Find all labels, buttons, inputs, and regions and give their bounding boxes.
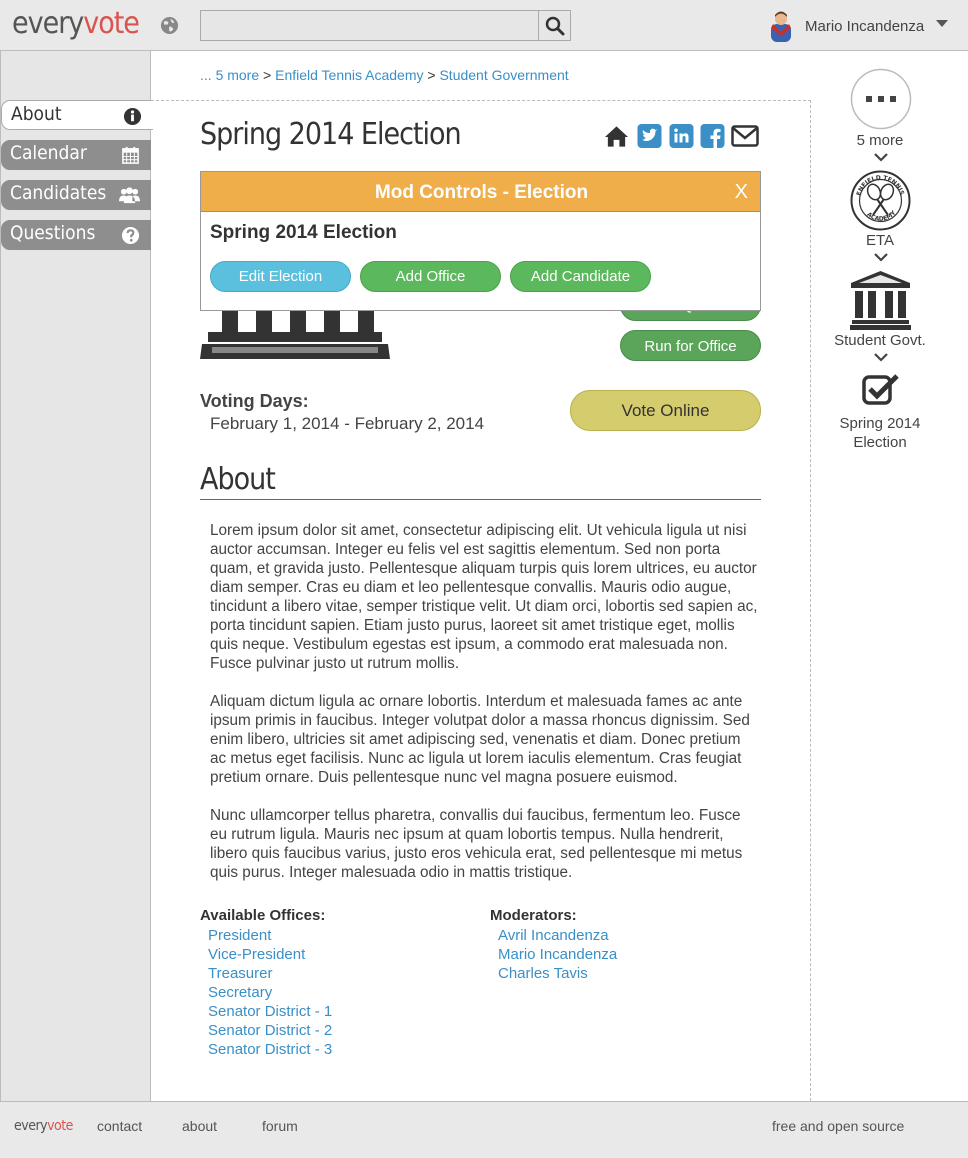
add-office-button[interactable]: Add Office bbox=[360, 261, 501, 292]
office-link[interactable]: Treasurer bbox=[208, 964, 332, 983]
modal-close-button[interactable]: X bbox=[735, 181, 748, 204]
globe-icon[interactable] bbox=[160, 16, 179, 35]
breadcrumb-item-student-government[interactable]: Student Government bbox=[439, 67, 568, 83]
office-link[interactable]: Vice-President bbox=[208, 945, 332, 964]
question-circle-icon bbox=[121, 226, 140, 245]
user-name: Mario Incandenza bbox=[805, 18, 925, 35]
about-heading: About bbox=[200, 462, 761, 500]
office-link[interactable]: Secretary bbox=[208, 983, 332, 1002]
search-icon bbox=[545, 16, 565, 36]
footer-logo[interactable]: everyvote bbox=[14, 1118, 73, 1134]
everyvote-logo[interactable]: everyvote bbox=[12, 6, 140, 41]
modal-header: Mod Controls - Election X bbox=[201, 172, 760, 212]
moderators-heading: Moderators: bbox=[490, 907, 577, 924]
sidebar-item-about[interactable]: About bbox=[1, 100, 153, 130]
page-title: Spring 2014 Election bbox=[200, 117, 462, 152]
footer: everyvote contact about forum free and o… bbox=[0, 1101, 968, 1158]
footer-logo-vote: vote bbox=[47, 1118, 73, 1134]
office-link[interactable]: Senator District - 2 bbox=[208, 1021, 332, 1040]
right-nav-election[interactable]: Spring 2014 Election bbox=[811, 414, 949, 452]
facebook-icon[interactable] bbox=[700, 124, 725, 148]
breadcrumb-item-eta[interactable]: Enfield Tennis Academy bbox=[275, 67, 423, 83]
linkedin-icon[interactable] bbox=[669, 124, 694, 148]
sidebar-item-label: Candidates bbox=[10, 182, 107, 204]
twitter-icon[interactable] bbox=[637, 124, 662, 148]
right-nav-more[interactable]: 5 more bbox=[811, 132, 949, 149]
more-dots-icon[interactable] bbox=[850, 68, 912, 130]
moderators-list: Avril Incandenza Mario Incandenza Charle… bbox=[498, 926, 617, 983]
checkbox-checked-icon[interactable] bbox=[862, 372, 900, 405]
vote-online-button[interactable]: Vote Online bbox=[570, 390, 761, 431]
right-nav-student-govt[interactable]: Student Govt. bbox=[811, 332, 949, 349]
office-link[interactable]: Senator District - 3 bbox=[208, 1040, 332, 1059]
info-circle-icon bbox=[123, 107, 142, 126]
chevron-down-icon bbox=[874, 153, 888, 162]
footer-logo-every: every bbox=[14, 1118, 48, 1134]
moderator-link[interactable]: Mario Incandenza bbox=[498, 945, 617, 964]
sidebar-item-calendar[interactable]: Calendar bbox=[1, 140, 151, 170]
logo-part-every: every bbox=[12, 6, 84, 41]
government-building-icon[interactable] bbox=[850, 270, 911, 330]
footer-link-about[interactable]: about bbox=[182, 1118, 217, 1134]
user-menu[interactable]: Mario Incandenza bbox=[768, 10, 958, 42]
caret-down-icon[interactable] bbox=[936, 20, 948, 27]
sidebar-item-label: Calendar bbox=[10, 142, 87, 164]
about-paragraph-1: Lorem ipsum dolor sit amet, consectetur … bbox=[210, 522, 758, 672]
sidebar-item-candidates[interactable]: Candidates bbox=[1, 180, 151, 210]
breadcrumb-separator: > bbox=[427, 67, 436, 83]
offices-list: President Vice-President Treasurer Secre… bbox=[208, 926, 332, 1059]
eta-seal-icon[interactable]: ENFIELD TENNIS ACADEMY bbox=[850, 170, 911, 231]
calendar-icon bbox=[122, 146, 139, 164]
breadcrumb-ellipsis[interactable]: ... bbox=[200, 67, 212, 83]
chevron-down-icon bbox=[874, 353, 888, 362]
search-button[interactable] bbox=[538, 10, 571, 41]
run-for-office-button[interactable]: Run for Office bbox=[620, 330, 761, 361]
users-icon bbox=[119, 187, 140, 204]
add-candidate-button[interactable]: Add Candidate bbox=[510, 261, 651, 292]
breadcrumb-separator: > bbox=[263, 67, 272, 83]
right-hierarchy-nav: 5 more ENFIELD TENNIS ACADEMY ETA Studen… bbox=[811, 51, 968, 1101]
top-bar: everyvote Mario Incandenza bbox=[0, 0, 968, 51]
mod-controls-modal: Mod Controls - Election X Spring 2014 El… bbox=[200, 171, 761, 311]
voting-days-value: February 1, 2014 - February 2, 2014 bbox=[210, 414, 485, 433]
sidebar-item-label: Questions bbox=[10, 222, 96, 244]
about-paragraph-3: Nunc ullamcorper tellus pharetra, conval… bbox=[210, 807, 743, 881]
office-link[interactable]: Senator District - 1 bbox=[208, 1002, 332, 1021]
chevron-down-icon bbox=[874, 253, 888, 262]
search-input[interactable] bbox=[200, 10, 539, 41]
offices-heading: Available Offices: bbox=[200, 907, 326, 924]
envelope-icon[interactable] bbox=[731, 124, 759, 148]
footer-link-forum[interactable]: forum bbox=[262, 1118, 298, 1134]
about-paragraph-2: Aliquam dictum ligula ac ornare lobortis… bbox=[210, 693, 750, 786]
breadcrumb: ... 5 more > Enfield Tennis Academy > St… bbox=[200, 67, 569, 83]
sidebar-item-questions[interactable]: Questions bbox=[1, 220, 151, 250]
moderator-link[interactable]: Avril Incandenza bbox=[498, 926, 617, 945]
sidebar-item-label: About bbox=[11, 103, 62, 125]
office-link[interactable]: President bbox=[208, 926, 332, 945]
moderator-link[interactable]: Charles Tavis bbox=[498, 964, 617, 983]
edit-election-button[interactable]: Edit Election bbox=[210, 261, 351, 292]
right-nav-eta[interactable]: ETA bbox=[811, 232, 949, 249]
breadcrumb-more[interactable]: 5 more bbox=[216, 67, 260, 83]
home-icon[interactable] bbox=[604, 124, 629, 148]
modal-subtitle: Spring 2014 Election bbox=[210, 222, 397, 243]
user-avatar bbox=[771, 11, 791, 42]
voting-days-label: Voting Days: bbox=[200, 391, 309, 411]
logo-part-vote: vote bbox=[83, 6, 140, 41]
footer-open-source-text: free and open source bbox=[772, 1118, 905, 1134]
modal-title: Mod Controls - Election bbox=[374, 182, 589, 203]
footer-link-contact[interactable]: contact bbox=[97, 1118, 142, 1134]
